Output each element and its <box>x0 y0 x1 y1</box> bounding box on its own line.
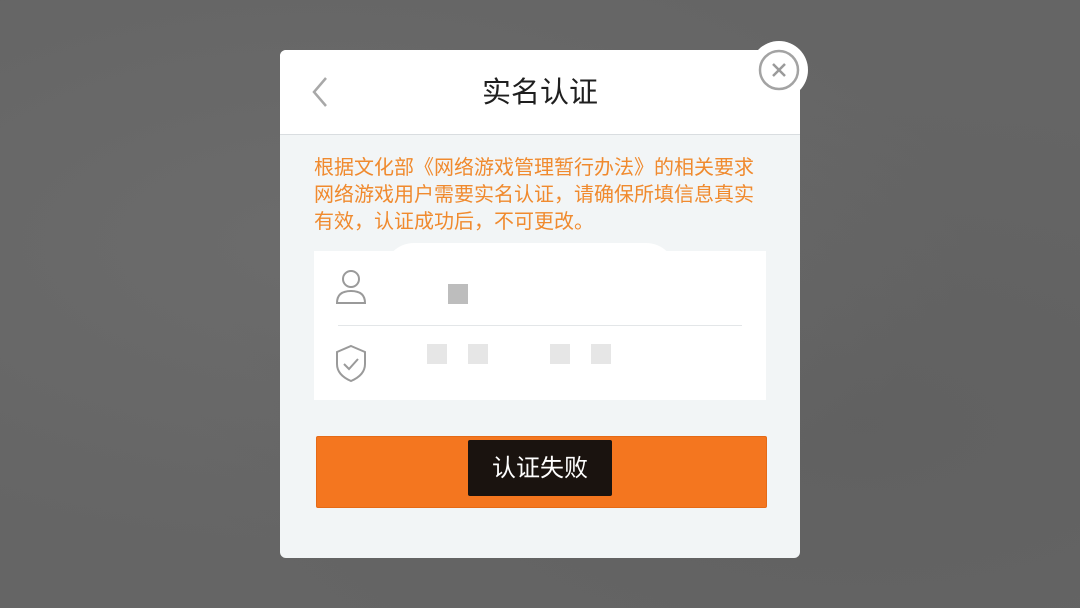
realname-notice: 根据文化部《网络游戏管理暂行办法》的相关要求网络游戏用户需要实名认证，请确保所填… <box>314 155 754 233</box>
id-redacted-block <box>550 344 570 364</box>
realname-form: ■ ■■ ■■ <box>314 243 766 400</box>
name-input[interactable]: ■ <box>424 251 425 252</box>
id-redacted-block <box>468 344 488 364</box>
close-button[interactable] <box>750 41 808 99</box>
name-redacted-block <box>448 284 468 304</box>
id-row[interactable]: ■■ ■■ <box>314 326 766 400</box>
shield-check-icon <box>336 344 366 383</box>
dialog-title: 实名认证 <box>481 75 598 109</box>
dialog-header: 实名认证 <box>280 50 800 135</box>
id-redacted-block <box>427 344 447 364</box>
name-row[interactable]: ■ <box>314 251 766 325</box>
id-redacted-block <box>591 344 611 364</box>
error-toast: 认证失败 <box>468 440 612 496</box>
id-input[interactable]: ■■ ■■ <box>424 326 428 327</box>
user-icon <box>335 270 367 304</box>
close-icon <box>758 49 800 91</box>
